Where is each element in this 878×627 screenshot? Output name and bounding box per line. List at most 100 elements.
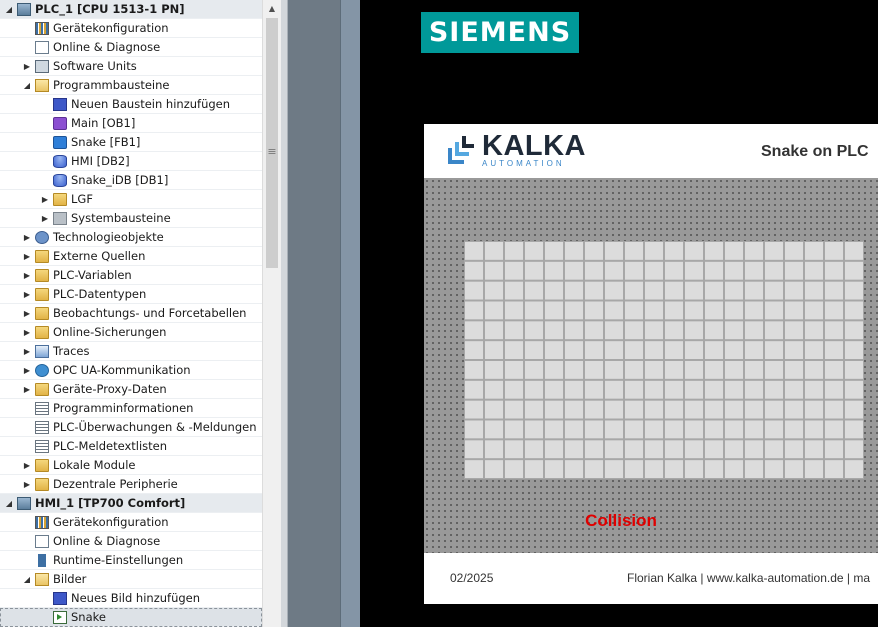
tree-item[interactable]: Neues Bild hinzufügen xyxy=(0,589,262,608)
collapse-arrow-icon[interactable]: ▶ xyxy=(22,342,32,360)
tree-item-label: Dezentrale Peripherie xyxy=(53,477,178,491)
grid-cell xyxy=(605,460,623,478)
grid-cell xyxy=(805,440,823,459)
tree-item[interactable]: ▶ PLC-Variablen xyxy=(0,266,262,285)
collapse-arrow-icon[interactable]: ▶ xyxy=(22,323,32,341)
grid-cell xyxy=(665,321,683,340)
game-status-text: Collision xyxy=(585,511,657,530)
tree-item[interactable]: Snake xyxy=(0,608,262,627)
scrollbar-grip-icon: ≡ xyxy=(267,145,277,158)
grid-cell xyxy=(605,341,623,359)
grid-cell xyxy=(805,361,823,379)
grid-cell xyxy=(825,380,843,399)
tree-item[interactable]: ▶ Traces xyxy=(0,342,262,361)
collapse-arrow-icon[interactable]: ▶ xyxy=(22,456,32,474)
tree-item[interactable]: ◢ HMI_1 [TP700 Comfort] xyxy=(0,494,262,513)
tree-item[interactable]: ▶ Geräte-Proxy-Daten xyxy=(0,380,262,399)
grid-cell xyxy=(545,361,563,379)
tree-item[interactable]: ◢ Bilder xyxy=(0,570,262,589)
project-tree-scrollbar[interactable]: ▲ ≡ xyxy=(262,0,281,627)
tree-item[interactable]: ▶ LGF xyxy=(0,190,262,209)
grid-cell xyxy=(825,400,843,419)
collapse-arrow-icon[interactable]: ▶ xyxy=(22,228,32,246)
expand-arrow-icon[interactable]: ◢ xyxy=(22,570,32,588)
pane-splitter[interactable] xyxy=(281,0,288,627)
tree-item[interactable]: PLC-Meldetextlisten xyxy=(0,437,262,456)
online-backups-icon xyxy=(35,326,49,339)
tree-item-label: Runtime-Einstellungen xyxy=(53,553,184,567)
tree-item[interactable]: Main [OB1] xyxy=(0,114,262,133)
grid-cell xyxy=(745,281,763,300)
hmi-device-icon xyxy=(17,497,31,510)
screen-title: Snake on PLC xyxy=(761,143,869,160)
collapse-arrow-icon[interactable]: ▶ xyxy=(22,266,32,284)
collapse-arrow-icon[interactable]: ▶ xyxy=(22,304,32,322)
tree-item[interactable]: ▶ Externe Quellen xyxy=(0,247,262,266)
collapse-arrow-icon[interactable]: ▶ xyxy=(40,190,50,208)
grid-cell xyxy=(505,361,523,379)
tree-item[interactable]: ◢ Programmbausteine xyxy=(0,76,262,95)
tree-item[interactable]: ▶ PLC-Datentypen xyxy=(0,285,262,304)
grid-cell xyxy=(505,341,523,359)
tree-item[interactable]: PLC-Überwachungen & -Meldungen xyxy=(0,418,262,437)
grid-cell xyxy=(765,242,783,260)
tree-item[interactable]: Runtime-Einstellungen xyxy=(0,551,262,570)
grid-cell xyxy=(745,420,763,439)
expand-arrow-icon[interactable]: ◢ xyxy=(4,494,14,512)
grid-cell xyxy=(625,380,643,399)
tree-item-label: HMI_1 [TP700 Comfort] xyxy=(35,496,186,510)
collapse-arrow-icon[interactable]: ▶ xyxy=(22,247,32,265)
tree-item[interactable]: Online & Diagnose xyxy=(0,532,262,551)
tree-item[interactable]: ▶ Technologieobjekte xyxy=(0,228,262,247)
grid-cell xyxy=(825,301,843,320)
tree-item[interactable]: Neuen Baustein hinzufügen xyxy=(0,95,262,114)
grid-cell xyxy=(605,301,623,320)
grid-cell xyxy=(725,460,743,478)
tree-item[interactable]: HMI [DB2] xyxy=(0,152,262,171)
tree-item[interactable]: ▶ Lokale Module xyxy=(0,456,262,475)
collapse-arrow-icon[interactable]: ▶ xyxy=(22,361,32,379)
grid-cell xyxy=(845,380,863,399)
online-diagnostics-icon xyxy=(35,41,49,54)
tree-item[interactable]: Snake_iDB [DB1] xyxy=(0,171,262,190)
footer-date: 02/2025 xyxy=(450,571,494,585)
tree-item[interactable]: ▶ Dezentrale Peripherie xyxy=(0,475,262,494)
tree-item[interactable]: ▶ Online-Sicherungen xyxy=(0,323,262,342)
tree-item[interactable]: Gerätekonfiguration xyxy=(0,19,262,38)
tree-item[interactable]: Gerätekonfiguration xyxy=(0,513,262,532)
grid-cell xyxy=(465,361,483,379)
project-tree: ◢ PLC_1 [CPU 1513-1 PN] Gerätekonfiguratio… xyxy=(0,0,262,627)
expand-arrow-icon[interactable]: ◢ xyxy=(4,0,14,18)
collapse-arrow-icon[interactable]: ▶ xyxy=(22,57,32,75)
grid-cell xyxy=(625,321,643,340)
tree-item[interactable]: ▶ OPC UA-Kommunikation xyxy=(0,361,262,380)
tree-item-label: Gerätekonfiguration xyxy=(53,515,169,529)
tree-item[interactable]: ▶ Systembausteine xyxy=(0,209,262,228)
grid-cell xyxy=(545,400,563,419)
tree-item[interactable]: Snake [FB1] xyxy=(0,133,262,152)
collapse-arrow-icon[interactable]: ▶ xyxy=(22,475,32,493)
collapse-arrow-icon[interactable]: ▶ xyxy=(22,380,32,398)
grid-cell xyxy=(625,361,643,379)
scroll-up-arrow-icon[interactable]: ▲ xyxy=(265,2,279,16)
collapse-arrow-icon[interactable]: ▶ xyxy=(22,285,32,303)
grid-cell xyxy=(705,321,723,340)
grid-cell xyxy=(685,400,703,419)
grid-cell xyxy=(725,380,743,399)
grid-cell xyxy=(765,281,783,300)
tree-item[interactable]: Online & Diagnose xyxy=(0,38,262,57)
grid-cell xyxy=(485,460,503,478)
grid-cell xyxy=(545,321,563,340)
tree-item[interactable]: Programminformationen xyxy=(0,399,262,418)
grid-cell xyxy=(525,341,543,359)
tree-item[interactable]: ◢ PLC_1 [CPU 1513-1 PN] xyxy=(0,0,262,19)
tree-item[interactable]: ▶ Beobachtungs- und Forcetabellen xyxy=(0,304,262,323)
expand-arrow-icon[interactable]: ◢ xyxy=(22,76,32,94)
tree-item[interactable]: ▶ Software Units xyxy=(0,57,262,76)
grid-cell xyxy=(585,242,603,260)
scrollbar-thumb[interactable] xyxy=(266,18,278,268)
grid-cell xyxy=(665,341,683,359)
collapse-arrow-icon[interactable]: ▶ xyxy=(40,209,50,227)
grid-cell xyxy=(605,380,623,399)
grid-cell xyxy=(725,420,743,439)
